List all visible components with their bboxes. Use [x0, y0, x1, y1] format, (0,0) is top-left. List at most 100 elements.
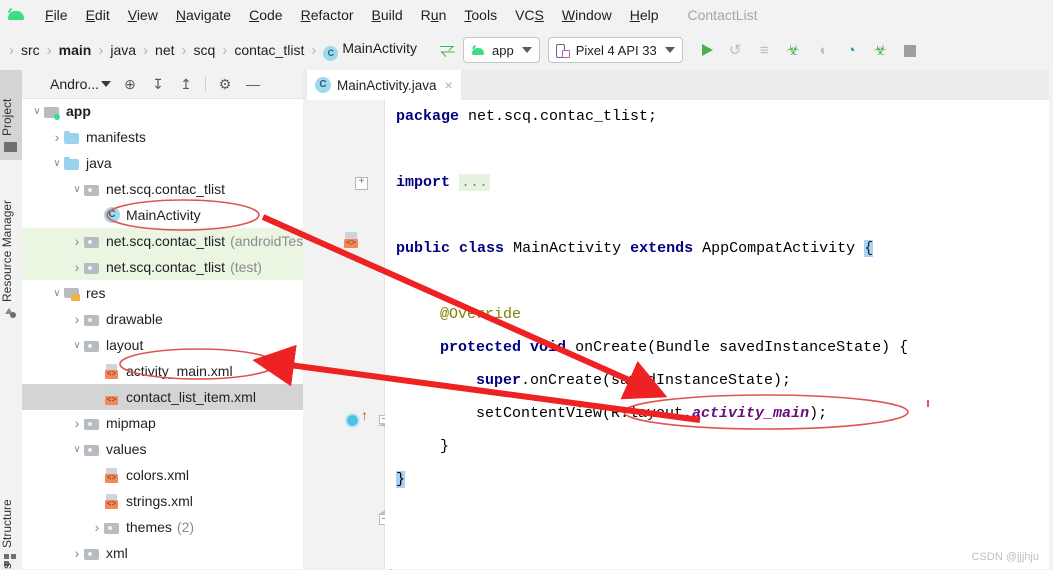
debug-attach-icon[interactable]: ☣	[871, 41, 890, 60]
chevron-down-icon[interactable]: ∨	[70, 340, 84, 351]
override-method-icon[interactable]	[345, 413, 360, 428]
run-icon[interactable]	[697, 41, 716, 60]
apply-changes-icon[interactable]: ≡	[755, 41, 774, 60]
menu-item-tools[interactable]: Tools	[455, 5, 506, 25]
watermark: CSDN @jjjhju	[971, 551, 1039, 563]
menu-item-window[interactable]: Window	[553, 5, 621, 25]
code-line-7: public class MainActivity extends AppCom…	[396, 240, 874, 257]
keyword-package: package	[396, 108, 460, 125]
chevron-down-icon[interactable]: ∨	[50, 158, 64, 169]
attach-debugger-icon[interactable]: ◖	[813, 41, 832, 60]
breadcrumb-item-package[interactable]: contac_tlist	[232, 42, 306, 58]
breadcrumb-item-scq[interactable]: scq	[192, 42, 218, 58]
tree-node-label: MainActivity	[126, 207, 201, 223]
method-signature: onCreate(Bundle savedInstanceState) {	[575, 339, 909, 356]
tree-node-label: net.scq.contac_tlist	[106, 181, 226, 197]
chevron-down-icon[interactable]: ∨	[70, 184, 84, 195]
tree-node-themes[interactable]: › themes (2)	[22, 514, 303, 540]
tree-node-strings-xml[interactable]: <> strings.xml	[22, 488, 303, 514]
hammer-icon[interactable]: ⥧	[431, 40, 455, 61]
chevron-down-icon[interactable]: ∨	[70, 444, 84, 455]
menu-item-edit[interactable]: Edit	[77, 5, 119, 25]
stop-icon[interactable]	[900, 41, 919, 60]
chevron-right-icon[interactable]: ›	[70, 545, 84, 561]
tree-node-xml[interactable]: › xml	[22, 540, 303, 566]
package-folder-icon	[84, 235, 100, 248]
chevron-right-icon[interactable]: ›	[70, 259, 84, 275]
device-selector[interactable]: Pixel 4 API 33	[547, 37, 683, 63]
fold-expand-icon[interactable]: +	[355, 177, 368, 190]
tree-node-manifests[interactable]: › manifests	[22, 124, 303, 150]
chevron-down-icon[interactable]	[101, 81, 112, 87]
run-configuration-selector[interactable]: app	[463, 37, 540, 63]
tree-node-net-scq-contac-tlist[interactable]: ∨ net.scq.contac_tlist	[22, 176, 303, 202]
hide-panel-icon[interactable]: —	[244, 75, 262, 93]
folded-imports[interactable]: ...	[459, 174, 491, 191]
tree-node-contact-list-item-xml[interactable]: <> contact_list_item.xml	[22, 384, 303, 410]
device-label: Pixel 4 API 33	[575, 42, 657, 58]
tree-node-label: contact_list_item.xml	[126, 389, 256, 405]
menu-item-navigate[interactable]: Navigate	[167, 5, 240, 25]
tree-node-res[interactable]: ∨ res	[22, 280, 303, 306]
profiler-icon[interactable]: ◔	[842, 41, 861, 60]
xml-layout-icon: <>	[104, 389, 120, 405]
android-robot-icon	[471, 45, 486, 56]
expand-all-icon[interactable]: ↧	[149, 75, 167, 93]
sidebar-item-resource-manager[interactable]: Resource Manager	[0, 170, 22, 302]
code-text-area[interactable]: package net.scq.contac_tlist; import ...…	[385, 100, 1053, 569]
collapse-all-icon[interactable]: ↥	[177, 75, 195, 93]
chevron-right-icon[interactable]: ›	[70, 233, 84, 249]
settings-gear-icon[interactable]: ⚙	[216, 75, 234, 93]
chevron-right-icon[interactable]: ›	[90, 519, 104, 535]
menu-item-view[interactable]: View	[119, 5, 167, 25]
locate-icon[interactable]: ⊕	[121, 75, 139, 93]
tree-node-net-scq-contac-tlist[interactable]: › net.scq.contac_tlist (test)	[22, 254, 303, 280]
breadcrumb-item-java[interactable]: java	[108, 42, 138, 58]
tree-node-net-scq-contac-tlist[interactable]: › net.scq.contac_tlist (androidTest)	[22, 228, 303, 254]
tree-node-drawable[interactable]: › drawable	[22, 306, 303, 332]
menu-item-file[interactable]: File	[36, 5, 77, 25]
rerun-icon[interactable]: ↺	[726, 41, 745, 60]
editor-gutter[interactable]	[303, 100, 385, 569]
chevron-right-icon[interactable]: ›	[50, 129, 64, 145]
chevron-right-icon[interactable]: ›	[70, 311, 84, 327]
keyword-class: class	[459, 240, 505, 257]
close-icon[interactable]: ×	[445, 77, 453, 93]
sidebar-item-project[interactable]: Project	[0, 74, 22, 136]
chevron-down-icon[interactable]: ∨	[50, 288, 64, 299]
tree-node-mainactivity[interactable]: C MainActivity	[22, 202, 303, 228]
menu-item-vcs[interactable]: VCS	[506, 5, 553, 25]
menu-item-refactor[interactable]: Refactor	[292, 5, 363, 25]
annotation-override: @Override	[440, 306, 522, 323]
tree-node-label: net.scq.contac_tlist	[106, 233, 226, 249]
breadcrumb-item-mainactivity[interactable]: C MainActivity	[321, 40, 419, 61]
menu-item-build[interactable]: Build	[363, 5, 412, 25]
tree-node-mipmap[interactable]: › mipmap	[22, 410, 303, 436]
tree-node-colors-xml[interactable]: <> colors.xml	[22, 462, 303, 488]
run-toolbar: ↺ ≡ ☣ ◖ ◔ ☣	[697, 41, 919, 60]
navigation-toolbar: › src › main › java › net › scq › contac…	[0, 30, 1053, 71]
sidebar-item-favorites[interactable]: s	[0, 555, 22, 569]
tab-mainactivity-java[interactable]: C MainActivity.java ×	[307, 70, 461, 102]
breadcrumb-item-src[interactable]: src	[19, 42, 42, 58]
tree-node-app[interactable]: ∨ app	[22, 98, 303, 124]
java-class-icon: C	[104, 207, 120, 223]
tree-node-java[interactable]: ∨ java	[22, 150, 303, 176]
breadcrumb-item-main[interactable]: main	[57, 42, 94, 58]
breadcrumb-item-net[interactable]: net	[153, 42, 176, 58]
tree-node-values[interactable]: ∨ values	[22, 436, 303, 462]
xml-layout-icon: <>	[104, 363, 120, 379]
tree-node-layout[interactable]: ∨ layout	[22, 332, 303, 358]
tree-node-qualifier: (test)	[230, 259, 262, 275]
tree-node-label: drawable	[106, 311, 163, 327]
debug-icon[interactable]: ☣	[784, 41, 803, 60]
chevron-right-icon[interactable]: ›	[70, 415, 84, 431]
menu-item-help[interactable]: Help	[621, 5, 668, 25]
chevron-down-icon[interactable]: ∨	[30, 106, 44, 117]
menu-item-code[interactable]: Code	[240, 5, 291, 25]
project-view-selector[interactable]: Andro...	[50, 76, 99, 92]
tree-node-label: app	[66, 103, 91, 119]
sidebar-item-structure[interactable]: Structure	[0, 470, 22, 548]
menu-item-run[interactable]: Run	[412, 5, 456, 25]
tree-node-activity-main-xml[interactable]: <> activity_main.xml	[22, 358, 303, 384]
